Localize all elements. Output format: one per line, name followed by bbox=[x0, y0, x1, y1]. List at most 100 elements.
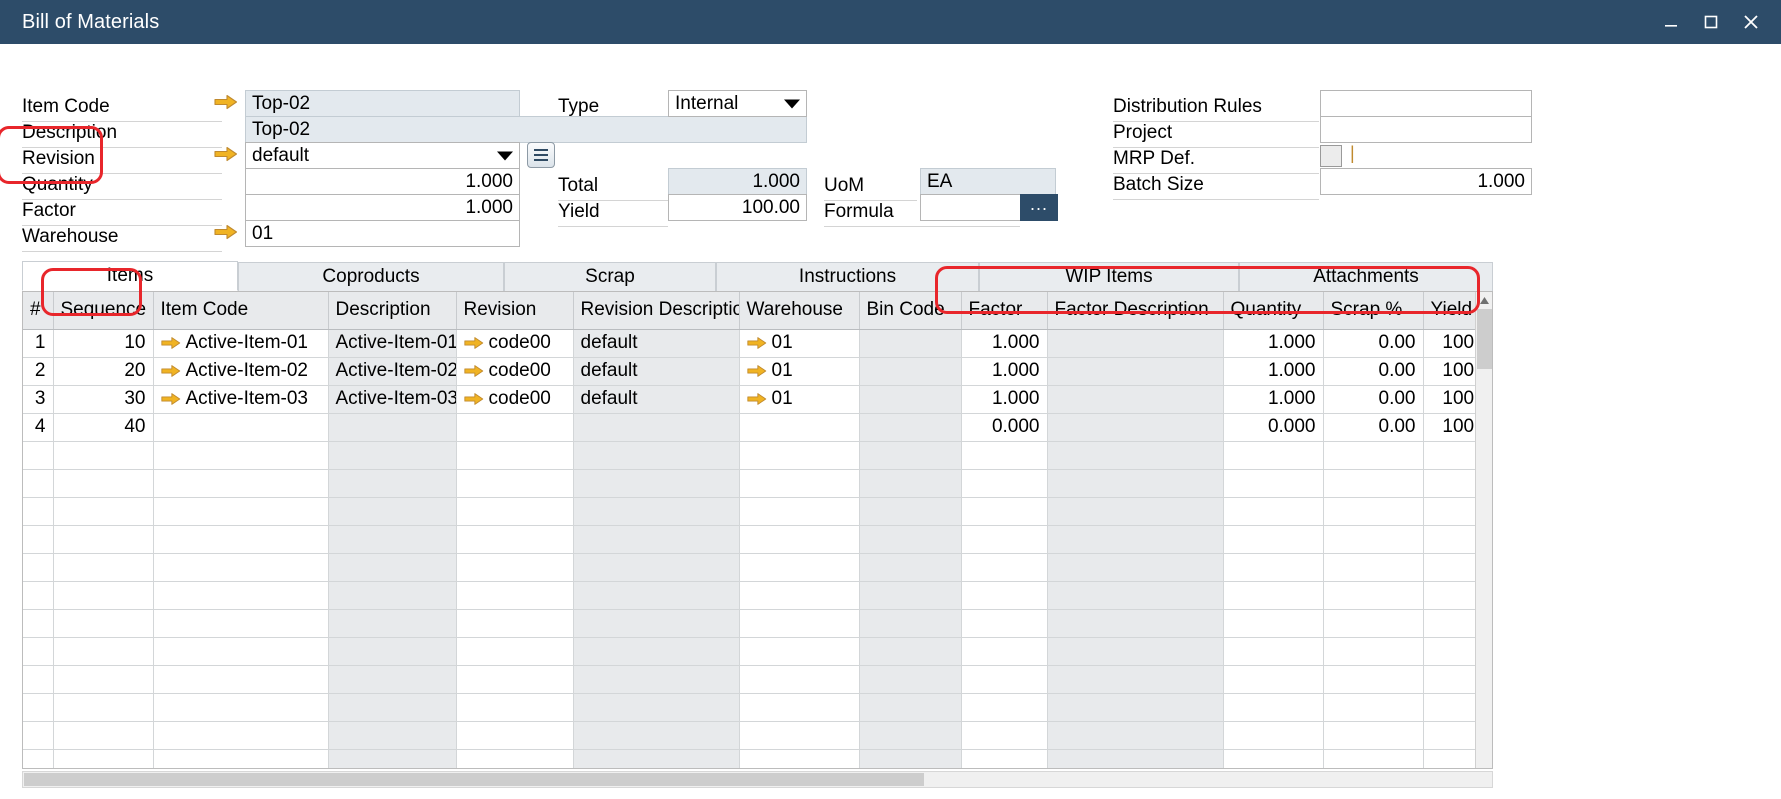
table-row-empty[interactable] bbox=[23, 469, 1493, 497]
cell-quantity[interactable]: 1.000 bbox=[1223, 329, 1323, 357]
cell-empty[interactable] bbox=[153, 637, 328, 665]
cell-revision-description[interactable]: default bbox=[573, 385, 739, 413]
cell-empty[interactable] bbox=[328, 721, 456, 749]
cell-description[interactable]: Active-Item-03 bbox=[328, 385, 456, 413]
cell-empty[interactable] bbox=[1223, 665, 1323, 693]
cell-empty[interactable] bbox=[1223, 553, 1323, 581]
cell-empty[interactable] bbox=[456, 721, 573, 749]
grid-scroll-thumb[interactable] bbox=[1477, 309, 1492, 369]
cell-empty[interactable] bbox=[739, 581, 859, 609]
cell-empty[interactable] bbox=[23, 637, 53, 665]
cell-description[interactable]: Active-Item-02 bbox=[328, 357, 456, 385]
cell-empty[interactable] bbox=[859, 497, 961, 525]
cell-revision[interactable] bbox=[456, 413, 573, 441]
cell-empty[interactable] bbox=[153, 553, 328, 581]
cell-empty[interactable] bbox=[739, 553, 859, 581]
cell-empty[interactable] bbox=[859, 581, 961, 609]
table-row[interactable]: 110Active-Item-01Active-Item-01code00def… bbox=[23, 329, 1493, 357]
tab-scrap[interactable]: Scrap bbox=[504, 262, 716, 291]
cell-empty[interactable] bbox=[53, 609, 153, 637]
cell-empty[interactable] bbox=[53, 749, 153, 769]
cell-empty[interactable] bbox=[456, 609, 573, 637]
cell-empty[interactable] bbox=[1323, 469, 1423, 497]
cell-empty[interactable] bbox=[1323, 665, 1423, 693]
cell-empty[interactable] bbox=[23, 525, 53, 553]
cell-empty[interactable] bbox=[739, 609, 859, 637]
table-row[interactable]: 330Active-Item-03Active-Item-03code00def… bbox=[23, 385, 1493, 413]
cell-warehouse[interactable]: 01 bbox=[739, 385, 859, 413]
cell-empty[interactable] bbox=[1047, 525, 1223, 553]
cell-scrap-pct[interactable]: 0.00 bbox=[1323, 385, 1423, 413]
cell-empty[interactable] bbox=[1323, 693, 1423, 721]
yield-input[interactable]: 100.00 bbox=[668, 194, 807, 221]
cell-empty[interactable] bbox=[859, 749, 961, 769]
cell-empty[interactable] bbox=[859, 553, 961, 581]
cell-empty[interactable] bbox=[859, 525, 961, 553]
table-row-empty[interactable] bbox=[23, 693, 1493, 721]
cell-empty[interactable] bbox=[859, 665, 961, 693]
cell-empty[interactable] bbox=[961, 665, 1047, 693]
cell-factor-description[interactable] bbox=[1047, 357, 1223, 385]
cell-empty[interactable] bbox=[328, 497, 456, 525]
col-header-factor[interactable]: Factor bbox=[961, 292, 1047, 329]
formula-input[interactable] bbox=[920, 194, 1021, 221]
cell-revision[interactable]: code00 bbox=[456, 357, 573, 385]
tab-attachments[interactable]: Attachments bbox=[1239, 262, 1493, 291]
cell-empty[interactable] bbox=[1223, 441, 1323, 469]
scroll-up-icon[interactable] bbox=[1476, 292, 1493, 309]
item-code-link-arrow-icon[interactable] bbox=[214, 94, 238, 116]
cell-revision-description[interactable]: default bbox=[573, 357, 739, 385]
cell-empty[interactable] bbox=[739, 497, 859, 525]
cell-empty[interactable] bbox=[23, 441, 53, 469]
revision-menu-button[interactable] bbox=[527, 142, 555, 168]
cell-empty[interactable] bbox=[153, 497, 328, 525]
cell-empty[interactable] bbox=[23, 609, 53, 637]
cell-empty[interactable] bbox=[859, 693, 961, 721]
cell-factor-description[interactable] bbox=[1047, 385, 1223, 413]
cell-empty[interactable] bbox=[859, 637, 961, 665]
cell-empty[interactable] bbox=[739, 721, 859, 749]
cell-empty[interactable] bbox=[573, 553, 739, 581]
cell-empty[interactable] bbox=[456, 581, 573, 609]
cell-factor-description[interactable] bbox=[1047, 329, 1223, 357]
cell-empty[interactable] bbox=[1047, 441, 1223, 469]
cell-empty[interactable] bbox=[153, 525, 328, 553]
maximize-icon[interactable] bbox=[1691, 0, 1731, 44]
item-code-input[interactable]: Top-02 bbox=[245, 90, 520, 117]
cell-empty[interactable] bbox=[859, 609, 961, 637]
tab-wip-items[interactable]: WIP Items bbox=[979, 262, 1239, 291]
project-input[interactable] bbox=[1320, 116, 1532, 143]
cell-empty[interactable] bbox=[1047, 749, 1223, 769]
cell-quantity[interactable]: 0.000 bbox=[1223, 413, 1323, 441]
factor-input[interactable]: 1.000 bbox=[245, 194, 520, 221]
cell-empty[interactable] bbox=[1047, 693, 1223, 721]
revision-link-arrow-icon[interactable] bbox=[214, 146, 238, 168]
col-header-revision-description[interactable]: Revision Description bbox=[573, 292, 739, 329]
col-header-scrap-pct[interactable]: Scrap % bbox=[1323, 292, 1423, 329]
grid-vertical-scrollbar[interactable] bbox=[1475, 292, 1492, 768]
cell-empty[interactable] bbox=[328, 665, 456, 693]
cell-empty[interactable] bbox=[456, 665, 573, 693]
cell-empty[interactable] bbox=[961, 637, 1047, 665]
cell-empty[interactable] bbox=[1047, 721, 1223, 749]
cell-empty[interactable] bbox=[1323, 441, 1423, 469]
cell-revision[interactable]: code00 bbox=[456, 329, 573, 357]
cell-bin-code[interactable] bbox=[859, 357, 961, 385]
cell-empty[interactable] bbox=[1323, 749, 1423, 769]
cell-empty[interactable] bbox=[23, 581, 53, 609]
cell-empty[interactable] bbox=[573, 721, 739, 749]
cell-empty[interactable] bbox=[573, 637, 739, 665]
cell-empty[interactable] bbox=[961, 497, 1047, 525]
table-row-empty[interactable] bbox=[23, 441, 1493, 469]
cell-empty[interactable] bbox=[456, 469, 573, 497]
cell-scrap-pct[interactable]: 0.00 bbox=[1323, 357, 1423, 385]
grid-horizontal-scrollbar[interactable] bbox=[22, 771, 1493, 788]
cell-empty[interactable] bbox=[739, 525, 859, 553]
cell-empty[interactable] bbox=[153, 441, 328, 469]
cell-empty[interactable] bbox=[53, 441, 153, 469]
cell-empty[interactable] bbox=[53, 581, 153, 609]
cell-idx[interactable]: 3 bbox=[23, 385, 53, 413]
cell-idx[interactable]: 4 bbox=[23, 413, 53, 441]
cell-empty[interactable] bbox=[53, 721, 153, 749]
cell-empty[interactable] bbox=[739, 637, 859, 665]
